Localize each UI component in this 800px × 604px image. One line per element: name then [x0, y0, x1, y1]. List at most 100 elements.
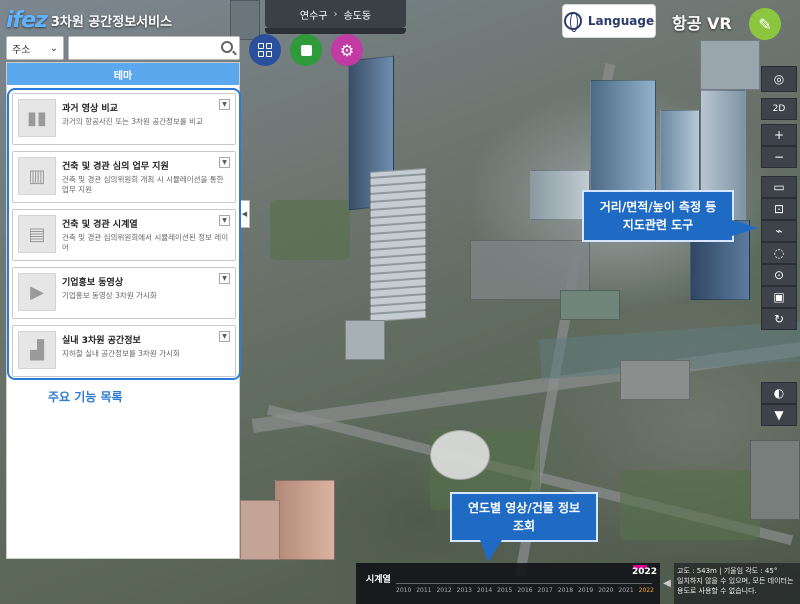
- buildings-icon: ▥: [18, 157, 56, 195]
- timeline-collapse-button[interactable]: ◀: [662, 566, 672, 600]
- save-icon: ▣: [773, 290, 785, 304]
- zoom-in-button[interactable]: +: [761, 124, 797, 146]
- chart-icon: ⌁: [775, 224, 783, 238]
- yearly-imagery-text: 연도별 영상/건물 정보 조회: [467, 501, 581, 533]
- edit-button[interactable]: ✎: [749, 8, 781, 40]
- layer-button[interactable]: [290, 34, 322, 66]
- language-label: Language: [587, 14, 655, 28]
- timeline-year[interactable]: 2013: [457, 587, 472, 594]
- aerial-vr-label: 항공 VR: [672, 14, 732, 33]
- theme-card-desc: 과거의 항공사진 또는 3차원 공간정보를 비교: [62, 117, 203, 126]
- timeline-year[interactable]: 2017: [538, 587, 553, 594]
- radius-icon: ◌: [773, 246, 785, 260]
- distance-tool-button[interactable]: ▭: [761, 176, 797, 198]
- theme-card[interactable]: ▶ 기업홍보 동영상 기업홍보 동영상 3차원 가시화 ▼: [12, 267, 236, 319]
- zoom-out-button[interactable]: −: [761, 146, 797, 168]
- refresh-icon: ↻: [773, 312, 785, 326]
- timeline-year[interactable]: 2010: [396, 587, 411, 594]
- theme-card-title: 건축 및 경관 시계열: [62, 220, 138, 230]
- theme-card[interactable]: ▤ 건축 및 경관 시계열건축 및 경관 심의위원회에서 시뮬레이션된 정보 레…: [12, 209, 236, 261]
- square-icon: [300, 44, 312, 56]
- settings-button[interactable]: ⚙: [331, 34, 363, 66]
- layer-toggle-button[interactable]: ▼: [761, 404, 797, 426]
- dropdown-icon[interactable]: ▼: [219, 157, 230, 168]
- minus-icon: −: [773, 150, 785, 164]
- search-type-value: 주소: [12, 44, 31, 56]
- save-button[interactable]: ▣: [761, 286, 797, 308]
- compass-button[interactable]: ◎: [761, 66, 797, 92]
- aerial-vr-link[interactable]: 항공 VR: [672, 10, 732, 34]
- edit-icon: ✎: [758, 14, 772, 34]
- timeline-year[interactable]: 2018: [558, 587, 573, 594]
- theme-card[interactable]: ▟ 실내 3차원 공간정보 지하철 실내 공간정보를 3차원 가시화 ▼: [12, 325, 236, 377]
- search-bar: 주소 ⌄: [6, 36, 240, 60]
- timeline-year-selected[interactable]: 2022: [639, 587, 654, 594]
- dropdown-icon[interactable]: ▼: [219, 331, 230, 342]
- timeline-track[interactable]: [396, 583, 652, 584]
- logo-mark: ifez: [6, 8, 48, 33]
- timeline-years: 2010 2011 2012 2013 2014 2015 2016 2017 …: [396, 587, 654, 594]
- theme-card-desc: 건축 및 경관 심의위원회 개최 시 시뮬레이션을 통한 업무 지원: [62, 175, 224, 194]
- globe-icon: [563, 12, 582, 32]
- theme-card-title: 과거 영상 비교: [62, 104, 118, 114]
- view-mode-label: 2D: [772, 104, 786, 114]
- timeline-year[interactable]: 2011: [416, 587, 431, 594]
- panels-icon: ▮▮: [18, 99, 56, 137]
- main-features-label: 주요 기능 목록: [48, 390, 123, 404]
- plus-icon: +: [773, 128, 785, 142]
- ruler-icon: ▭: [773, 180, 785, 194]
- yearly-imagery-callout: 연도별 영상/건물 정보 조회: [450, 492, 598, 542]
- reset-button[interactable]: ↻: [761, 308, 797, 330]
- timeline-year[interactable]: 2021: [618, 587, 633, 594]
- status-notice: 일치하지 않을 수 있으며, 모든 데이터는 용도로 사용할 수 없습니다.: [677, 577, 794, 595]
- dropdown-icon[interactable]: ▼: [219, 215, 230, 226]
- breadcrumb-dong[interactable]: 송도동: [344, 7, 372, 22]
- callout-pointer: [732, 220, 758, 236]
- timeline-year[interactable]: 2015: [497, 587, 512, 594]
- search-icon[interactable]: [221, 41, 233, 53]
- timeline-bar[interactable]: 시계열 2022 2010 2011 2012 2013 2014 2015 2…: [356, 563, 660, 604]
- grid-icon: [258, 43, 272, 57]
- language-button[interactable]: Language: [562, 4, 656, 38]
- timeline-year[interactable]: 2019: [578, 587, 593, 594]
- height-tool-button[interactable]: ⌁: [761, 220, 797, 242]
- theme-card[interactable]: ▮▮ 과거 영상 비교과거의 항공사진 또는 3차원 공간정보를 비교 ▼: [12, 93, 236, 145]
- area-tool-button[interactable]: ⊡: [761, 198, 797, 220]
- timeline-year[interactable]: 2012: [436, 587, 451, 594]
- city-icon: ▤: [18, 215, 56, 253]
- theme-card-desc: 건축 및 경관 심의위원회에서 시뮬레이션된 정보 레이어: [62, 233, 229, 252]
- altitude-readout: 고도 : 543m: [677, 567, 717, 575]
- dropdown-icon[interactable]: ▼: [219, 99, 230, 110]
- theme-card-desc: 기업홍보 동영상 3차원 가시화: [62, 291, 157, 300]
- radius-tool-button[interactable]: ◌: [761, 242, 797, 264]
- chevron-down-icon: ⌄: [49, 42, 58, 54]
- search-input[interactable]: [69, 37, 239, 59]
- measure-tools-text: 거리/면적/높이 측정 등 지도관련 도구: [599, 200, 717, 232]
- view-mode-button[interactable]: 2D: [761, 98, 797, 120]
- breadcrumb-district[interactable]: 연수구: [300, 7, 328, 22]
- search-type-select[interactable]: 주소 ⌄: [6, 36, 64, 60]
- panel-collapse-button[interactable]: ◀: [240, 200, 250, 228]
- logo-title: 3차원 공간정보서비스: [50, 15, 173, 30]
- capture-button[interactable]: ⊙: [761, 264, 797, 286]
- breadcrumb-handle[interactable]: [265, 28, 406, 34]
- timeline-year[interactable]: 2020: [598, 587, 613, 594]
- compass-icon: ◎: [773, 72, 785, 86]
- theme-card[interactable]: ▥ 건축 및 경관 심의 업무 지원건축 및 경관 심의위원회 개최 시 시뮬레…: [12, 151, 236, 203]
- theme-panel-header: 테마: [7, 63, 239, 85]
- chevron-left-icon: ◀: [663, 577, 671, 589]
- logo[interactable]: ifez 3차원 공간정보서비스: [6, 8, 172, 33]
- timeline-label: 시계열: [366, 575, 391, 585]
- breadcrumb[interactable]: 연수구 › 송도동: [265, 0, 406, 28]
- dropdown-icon[interactable]: ▼: [219, 273, 230, 284]
- callout-pointer: [480, 540, 502, 562]
- contrast-icon: ◐: [773, 386, 785, 400]
- search-field: [68, 36, 240, 60]
- timeline-current-year: 2022: [632, 567, 658, 577]
- measure-tools-callout: 거리/면적/높이 측정 등 지도관련 도구: [582, 190, 734, 242]
- theme-card-title: 건축 및 경관 심의 업무 지원: [62, 162, 169, 172]
- timeline-year[interactable]: 2016: [517, 587, 532, 594]
- menu-grid-button[interactable]: [249, 34, 281, 66]
- timeline-year[interactable]: 2014: [477, 587, 492, 594]
- brightness-button[interactable]: ◐: [761, 382, 797, 404]
